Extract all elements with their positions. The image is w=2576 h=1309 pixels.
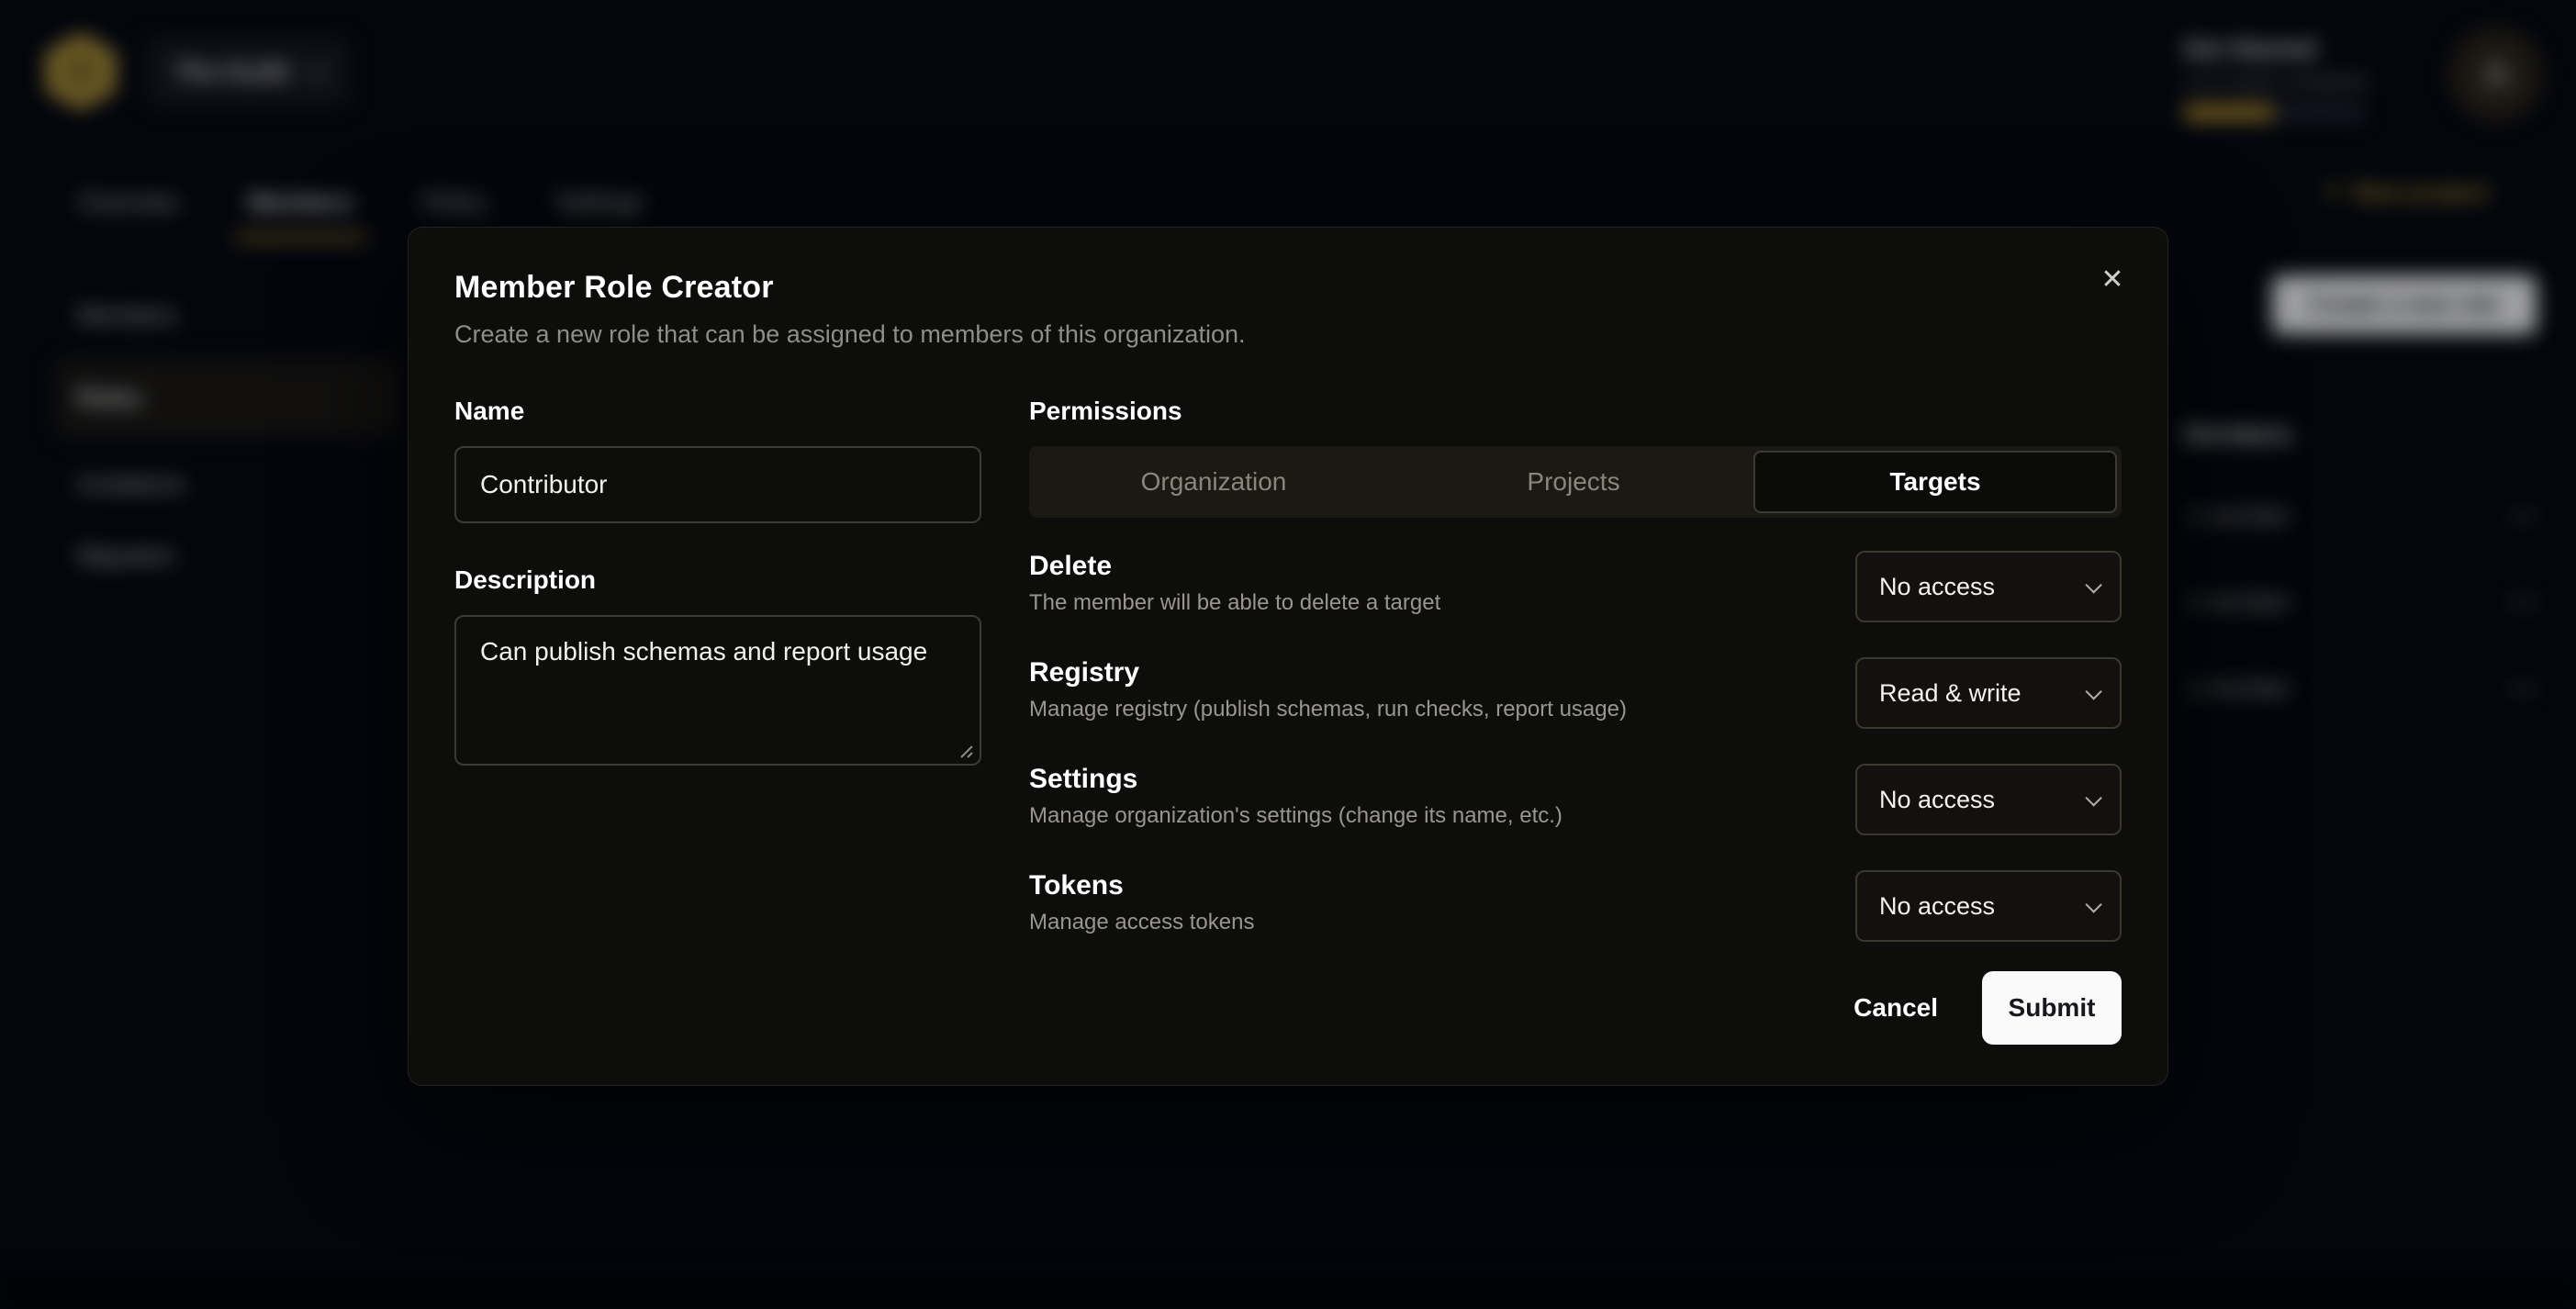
chevron-down-icon	[2085, 789, 2101, 806]
cancel-button[interactable]: Cancel	[1854, 993, 1938, 1023]
role-details-column: Name Description Can publish schemas and…	[454, 397, 981, 977]
avatar[interactable]: A	[2449, 28, 2543, 121]
new-project-label: New project	[2354, 178, 2489, 207]
name-label: Name	[454, 397, 981, 426]
member-count-label: 1 member	[2187, 589, 2290, 616]
tab-policy[interactable]: Policy	[423, 188, 487, 217]
settings-access-select[interactable]: No access	[1855, 764, 2122, 835]
ellipsis-menu-icon[interactable]: •••	[2511, 677, 2537, 701]
guild-logo-icon	[42, 33, 119, 110]
permission-row-settings: Settings Manage organization's settings …	[1029, 764, 2122, 837]
chevron-down-icon	[2085, 683, 2101, 699]
modal-body: Name Description Can publish schemas and…	[454, 397, 2122, 977]
tab-organization[interactable]: Organization	[1034, 451, 1394, 513]
create-role-button[interactable]: Create a new role	[2272, 275, 2537, 334]
permission-rows: Delete The member will be able to delete…	[1029, 551, 2122, 944]
permission-description: Manage registry (publish schemas, run ch…	[1029, 697, 1627, 722]
select-value: No access	[1879, 892, 1995, 921]
permission-description: The member will be able to delete a targ…	[1029, 590, 1440, 616]
org-name: The Guild	[174, 58, 289, 86]
list-item[interactable]: 1 member •••	[2183, 645, 2541, 732]
members-list: 1 member ••• 1 member ••• 1 member •••	[2183, 473, 2541, 732]
sidebar-item-roles[interactable]: Roles	[55, 358, 399, 437]
resize-handle-icon	[958, 743, 974, 759]
modal-footer: Cancel Submit	[1854, 971, 2122, 1045]
description-label: Description	[454, 565, 981, 595]
select-value: No access	[1879, 786, 1995, 814]
permissions-tabstrip: Organization Projects Targets	[1029, 446, 2122, 518]
bottom-strip	[0, 1272, 2576, 1309]
ellipsis-menu-icon[interactable]: •••	[2511, 505, 2537, 529]
tab-members[interactable]: Members	[248, 188, 353, 217]
submit-button[interactable]: Submit	[1982, 971, 2122, 1045]
roles-panel: Create a new role Members 1 member ••• 1…	[2183, 275, 2541, 732]
permission-description: Manage access tokens	[1029, 910, 1254, 935]
list-item[interactable]: 1 member •••	[2183, 473, 2541, 559]
org-switcher-button[interactable]: The Guild	[147, 37, 350, 106]
progress-bar	[2183, 105, 2367, 120]
sidebar-item-members[interactable]: Members	[55, 286, 399, 343]
description-wrap: Can publish schemas and report usage	[454, 615, 981, 770]
tokens-access-select[interactable]: No access	[1855, 870, 2122, 942]
role-description-textarea[interactable]: Can publish schemas and report usage	[454, 615, 981, 766]
modal-subtitle: Create a new role that can be assigned t…	[454, 320, 2122, 349]
list-item[interactable]: 1 member •••	[2183, 559, 2541, 645]
chevron-down-icon	[308, 61, 327, 79]
app-window: The Guild Get Started 2 of 4 tasks compl…	[0, 0, 2576, 1309]
new-project-button[interactable]: + New project	[2324, 176, 2489, 207]
permission-row-delete: Delete The member will be able to delete…	[1029, 551, 2122, 624]
tab-overview[interactable]: Overview	[79, 188, 178, 217]
permissions-label: Permissions	[1029, 397, 2122, 426]
get-started-subtitle: 2 of 4 tasks completed	[2183, 73, 2380, 94]
progress-fill	[2183, 105, 2275, 120]
get-started-title: Get Started	[2183, 35, 2380, 63]
select-value: No access	[1879, 573, 1995, 601]
registry-access-select[interactable]: Read & write	[1855, 657, 2122, 729]
tab-projects[interactable]: Projects	[1394, 451, 1753, 513]
chevron-down-icon	[2085, 896, 2101, 912]
chevron-down-icon	[2085, 576, 2101, 593]
permission-title: Settings	[1029, 764, 1562, 795]
permission-description: Manage organization's settings (change i…	[1029, 803, 1562, 829]
permission-row-registry: Registry Manage registry (publish schema…	[1029, 657, 2122, 731]
members-heading: Members	[2183, 420, 2541, 449]
avatar-letter: A	[2483, 52, 2509, 96]
delete-access-select[interactable]: No access	[1855, 551, 2122, 622]
get-started-widget[interactable]: Get Started 2 of 4 tasks completed	[2183, 35, 2380, 120]
tab-settings[interactable]: Settings	[556, 188, 643, 217]
close-icon[interactable]: ✕	[2092, 259, 2133, 299]
sidebar-item-migration[interactable]: Migration	[55, 527, 399, 584]
member-count-label: 1 member	[2187, 676, 2290, 702]
member-count-label: 1 member	[2187, 503, 2290, 530]
plus-icon: +	[2324, 176, 2341, 207]
members-sidebar: Members Roles Invitations Migration	[55, 286, 399, 599]
permission-title: Tokens	[1029, 870, 1254, 901]
select-value: Read & write	[1879, 679, 2022, 708]
permissions-column: Permissions Organization Projects Target…	[1029, 397, 2122, 977]
tab-targets[interactable]: Targets	[1753, 451, 2117, 513]
modal-title: Member Role Creator	[454, 270, 2122, 306]
ellipsis-menu-icon[interactable]: •••	[2511, 591, 2537, 615]
member-role-creator-modal: Member Role Creator Create a new role th…	[408, 227, 2168, 1086]
permission-title: Registry	[1029, 657, 1627, 688]
sidebar-item-invitations[interactable]: Invitations	[55, 455, 399, 512]
role-name-input[interactable]	[454, 446, 981, 523]
org-nav-tabs: Overview Members Policy Settings	[0, 173, 2576, 233]
permission-row-tokens: Tokens Manage access tokens No access	[1029, 870, 2122, 944]
permission-title: Delete	[1029, 551, 1440, 582]
